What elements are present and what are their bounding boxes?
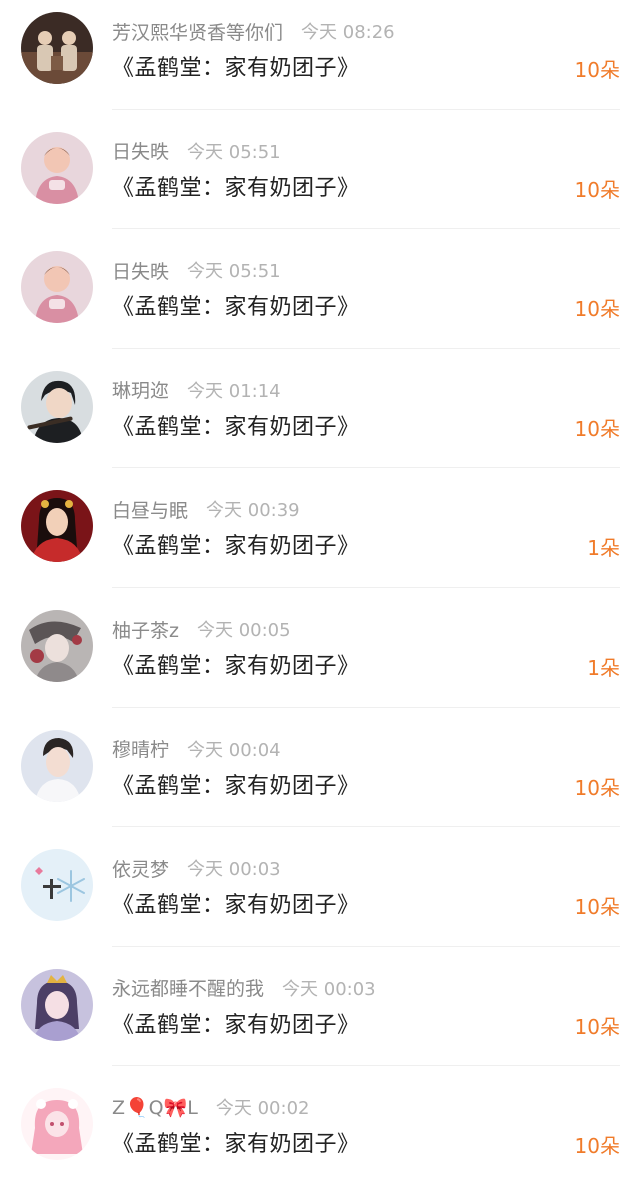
user-name[interactable]: 依灵梦 <box>112 855 169 882</box>
user-avatar[interactable] <box>21 610 93 682</box>
gift-meta: 柚子茶z 今天 00:05 <box>112 615 291 643</box>
work-title[interactable]: 《孟鹤堂：家有奶团子》 <box>112 768 360 800</box>
work-title[interactable]: 《孟鹤堂：家有奶团子》 <box>112 170 360 202</box>
gift-row[interactable]: 日失昳 今天 05:51 《孟鹤堂：家有奶团子》 10朵 <box>0 239 640 359</box>
user-name[interactable]: Z🎈Q🎀L <box>112 1096 198 1119</box>
gift-time: 今天 00:05 <box>196 620 291 641</box>
gift-row[interactable]: Z🎈Q🎀L 今天 00:02 《孟鹤堂：家有奶团子》 10朵 <box>0 1076 640 1196</box>
gift-meta: 芳汉熙华贤香等你们 今天 08:26 <box>112 17 395 45</box>
gift-time: 今天 00:03 <box>282 978 376 1000</box>
work-title[interactable]: 《孟鹤堂：家有奶团子》 <box>112 409 360 441</box>
row-divider <box>112 826 620 828</box>
row-divider <box>112 706 620 708</box>
flower-count: 10朵 <box>574 297 620 322</box>
avatar-girl-crown-icon <box>21 968 93 1041</box>
row-divider <box>112 108 620 110</box>
avatar-child-pink-icon <box>21 131 93 204</box>
flower-count: 10朵 <box>574 895 620 920</box>
gift-time: 今天 00:39 <box>206 500 300 522</box>
gift-time: 今天 05:51 <box>187 141 281 163</box>
row-divider <box>112 347 620 349</box>
row-divider <box>112 228 620 230</box>
user-name[interactable]: 穆晴柠 <box>112 735 169 762</box>
user-avatar[interactable] <box>21 370 93 443</box>
gift-time: 今天 08:26 <box>301 22 395 43</box>
gift-meta: 日失昳 今天 05:51 <box>112 137 281 165</box>
user-name[interactable]: 芳汉熙华贤香等你们 <box>112 18 283 45</box>
gift-meta: 依灵梦 今天 00:03 <box>112 854 281 882</box>
gift-row[interactable]: 依灵梦 今天 00:03 《孟鹤堂：家有奶团子》 10朵 <box>0 837 640 957</box>
user-avatar[interactable] <box>21 1088 93 1161</box>
gift-meta: 穆晴柠 今天 00:04 <box>112 735 281 763</box>
row-divider <box>112 1065 620 1067</box>
row-divider <box>112 467 620 469</box>
gift-meta: 白昼与眠 今天 00:39 <box>112 495 300 523</box>
work-title[interactable]: 《孟鹤堂：家有奶团子》 <box>112 1126 360 1158</box>
gift-time: 今天 01:14 <box>187 380 281 402</box>
flower-count: 10朵 <box>574 1014 620 1039</box>
gift-list: 芳汉熙华贤香等你们 今天 08:26 《孟鹤堂：家有奶团子》 10朵 日失昳 今… <box>0 0 640 1196</box>
user-name[interactable]: 日失昳 <box>112 257 169 284</box>
gift-row[interactable]: 芳汉熙华贤香等你们 今天 08:26 《孟鹤堂：家有奶团子》 10朵 <box>0 0 640 120</box>
gift-meta: 琳玥迩 今天 01:14 <box>112 376 281 404</box>
work-title[interactable]: 《孟鹤堂：家有奶团子》 <box>112 528 360 560</box>
gift-row[interactable]: 柚子茶z 今天 00:05 《孟鹤堂：家有奶团子》 1朵 <box>0 598 640 718</box>
gift-time: 今天 05:51 <box>187 261 281 283</box>
flower-count: 10朵 <box>574 1134 620 1159</box>
user-avatar[interactable] <box>21 490 93 563</box>
flower-count: 1朵 <box>587 536 620 561</box>
avatar-snowflake-icon <box>21 849 93 922</box>
user-name[interactable]: 白昼与眠 <box>112 496 188 523</box>
avatar-woman-floral-icon <box>21 610 93 682</box>
user-avatar[interactable] <box>21 131 93 204</box>
avatar-man-flute-icon <box>21 370 93 443</box>
user-name[interactable]: 永远都睡不醒的我 <box>112 974 264 1001</box>
avatar-child-pink-icon <box>21 251 93 324</box>
gift-time: 今天 00:02 <box>215 1098 310 1120</box>
work-title[interactable]: 《孟鹤堂：家有奶团子》 <box>112 887 360 919</box>
user-name[interactable]: 琳玥迩 <box>112 376 169 403</box>
gift-row[interactable]: 永远都睡不醒的我 今天 00:03 《孟鹤堂：家有奶团子》 10朵 <box>0 957 640 1077</box>
gift-time: 今天 00:04 <box>187 739 281 761</box>
flower-count: 10朵 <box>574 416 620 441</box>
gift-meta: Z🎈Q🎀L 今天 00:02 <box>112 1093 309 1121</box>
user-avatar[interactable] <box>21 849 93 922</box>
flower-count: 1朵 <box>587 656 620 680</box>
flower-count: 10朵 <box>574 775 620 800</box>
user-avatar[interactable] <box>21 968 93 1041</box>
flower-count: 10朵 <box>574 177 620 202</box>
avatar-comedy-duo-icon <box>21 12 93 84</box>
work-title[interactable]: 《孟鹤堂：家有奶团子》 <box>112 289 360 321</box>
user-name[interactable]: 柚子茶z <box>112 616 179 643</box>
user-avatar[interactable] <box>21 729 93 802</box>
avatar-man-portrait-icon <box>21 729 93 802</box>
gift-meta: 日失昳 今天 05:51 <box>112 256 281 284</box>
gift-row[interactable]: 琳玥迩 今天 01:14 《孟鹤堂：家有奶团子》 10朵 <box>0 359 640 479</box>
user-name[interactable]: 日失昳 <box>112 137 169 164</box>
row-divider <box>112 586 620 588</box>
avatar-pink-girl-icon <box>21 1088 93 1161</box>
gift-row[interactable]: 日失昳 今天 05:51 《孟鹤堂：家有奶团子》 10朵 <box>0 120 640 240</box>
gift-row[interactable]: 穆晴柠 今天 00:04 《孟鹤堂：家有奶团子》 10朵 <box>0 718 640 838</box>
user-avatar[interactable] <box>21 12 93 84</box>
work-title[interactable]: 《孟鹤堂：家有奶团子》 <box>112 1007 360 1039</box>
flower-count: 10朵 <box>574 58 620 82</box>
work-title[interactable]: 《孟鹤堂：家有奶团子》 <box>112 648 360 680</box>
work-title[interactable]: 《孟鹤堂：家有奶团子》 <box>112 50 360 82</box>
gift-meta: 永远都睡不醒的我 今天 00:03 <box>112 974 376 1002</box>
avatar-woman-red-icon <box>21 490 93 563</box>
gift-row[interactable]: 白昼与眠 今天 00:39 《孟鹤堂：家有奶团子》 1朵 <box>0 478 640 598</box>
row-divider <box>112 945 620 947</box>
user-avatar[interactable] <box>21 251 93 324</box>
gift-time: 今天 00:03 <box>187 859 281 881</box>
